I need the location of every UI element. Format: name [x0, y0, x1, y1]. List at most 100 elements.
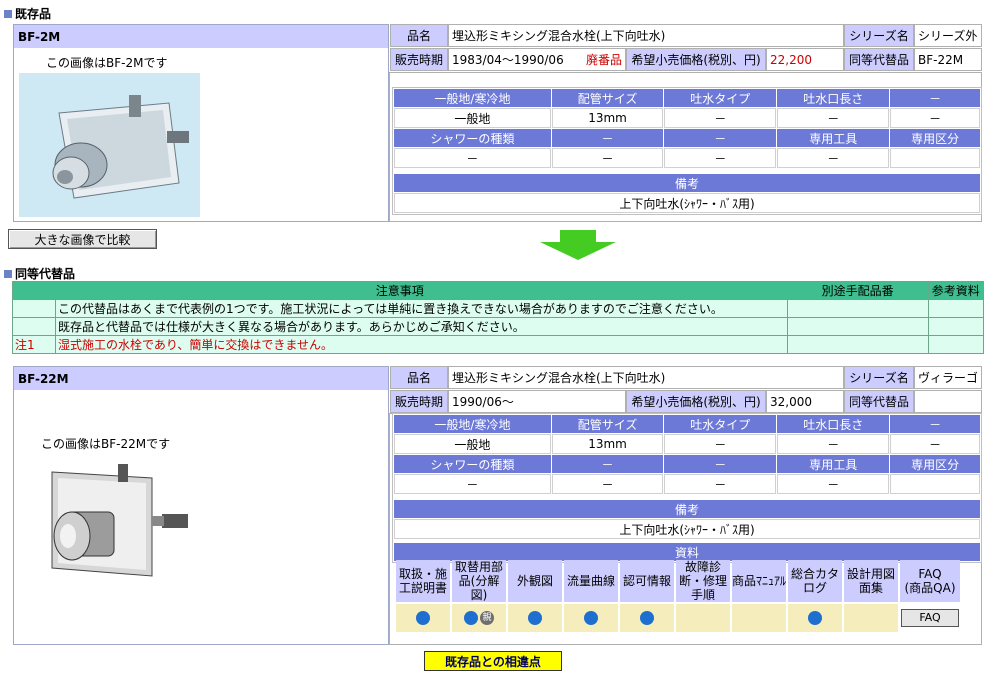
spec-value: －: [551, 474, 664, 494]
spec-value: [890, 148, 980, 168]
note-parts: [786, 317, 929, 336]
note-reference: [927, 317, 985, 336]
doc-cell: [396, 604, 450, 632]
note-mark: [12, 317, 56, 336]
spec-header: 専用区分: [890, 129, 980, 147]
note-mark: [12, 299, 56, 318]
existing-period-label: 販売時期: [390, 48, 448, 71]
replacement-image-panel: BF-22M この画像はBF-22Mです: [13, 366, 389, 645]
spec-value: －: [664, 108, 777, 128]
spec-value: －: [890, 108, 980, 128]
existing-equiv-value: BF-22M: [914, 48, 982, 71]
note-parts: [786, 335, 929, 354]
existing-name-value: 埋込形ミキシング混合水栓(上下向吐水): [448, 24, 844, 47]
document-link-icon[interactable]: [808, 611, 822, 626]
note-text: 既存品と代替品では仕様が大きく異なる場合があります。あらかじめご承知ください。: [55, 317, 788, 336]
doc-cell: [676, 604, 730, 632]
existing-spec-table: 一般地/寒冷地 配管サイズ 吐水タイプ 吐水口長さ － 一般地 13mm － －…: [392, 87, 982, 215]
existing-series-value: シリーズ外: [914, 24, 982, 47]
spec-header: 専用工具: [777, 129, 890, 147]
document-link-icon[interactable]: [464, 611, 478, 626]
spec-header: 一般地/寒冷地: [394, 415, 551, 433]
documents-table: 取扱・施工説明書 取替用部品(分解図) 外観図 流量曲線 認可情報 故障診断・修…: [394, 558, 962, 634]
existing-section-title: 既存品: [4, 5, 51, 22]
reference-header: 参考資料: [927, 281, 985, 300]
replacement-period-label: 販売時期: [390, 390, 448, 413]
replacement-period-value: 1990/06～: [448, 390, 626, 413]
spec-header: 配管サイズ: [551, 89, 664, 107]
doc-label-approval: 認可情報: [620, 560, 674, 602]
doc-cell: [564, 604, 618, 632]
spec-value: 13mm: [551, 434, 664, 454]
doc-cell: [508, 604, 562, 632]
spec-header: －: [890, 89, 980, 107]
spec-header: －: [890, 415, 980, 433]
document-link-icon[interactable]: [640, 611, 654, 626]
spec-value: －: [394, 474, 551, 494]
spec-header: 吐水タイプ: [664, 415, 777, 433]
document-link-icon[interactable]: [528, 611, 542, 626]
doc-cell: [732, 604, 786, 632]
spec-value: －: [664, 434, 777, 454]
doc-cell: [788, 604, 842, 632]
doc-label-repair: 故障診断・修理手順: [676, 560, 730, 602]
document-link-icon[interactable]: [416, 611, 430, 626]
replacement-equiv-label: 同等代替品: [844, 390, 914, 413]
doc-label-appearance: 外観図: [508, 560, 562, 602]
differences-button[interactable]: 既存品との相違点: [424, 651, 562, 671]
compare-large-image-button[interactable]: 大きな画像で比較: [8, 229, 157, 249]
existing-period-value: 1983/04～1990/06 廃番品: [448, 48, 626, 71]
replacement-series-value: ヴィラーゴ: [914, 366, 982, 389]
existing-caption-text: この画像はBF-2Mです: [46, 56, 168, 70]
bullet-square-icon: [4, 9, 12, 18]
note-parts: [786, 299, 929, 318]
spec-value: 一般地: [394, 434, 551, 454]
spec-value: －: [664, 148, 777, 168]
spec-value: －: [777, 108, 890, 128]
existing-caption: この画像はBF-2Mです: [46, 54, 167, 71]
replacement-caption-text: この画像はBF-22Mです: [41, 437, 171, 451]
replacement-price-value: 32,000: [766, 390, 844, 413]
spec-header: 専用区分: [890, 455, 980, 473]
faq-button[interactable]: FAQ: [901, 609, 959, 627]
note-reference: [927, 335, 985, 354]
spec-header: 吐水口長さ: [777, 415, 890, 433]
existing-product-image: [19, 73, 200, 217]
spec-value: －: [890, 434, 980, 454]
note-mark: 注1: [12, 335, 56, 354]
replacement-spec-table: 一般地/寒冷地 配管サイズ 吐水タイプ 吐水口長さ － 一般地 13mm － －…: [392, 413, 982, 563]
doc-label-parts: 取替用部品(分解図): [452, 560, 506, 602]
remarks-header: 備考: [394, 500, 980, 518]
existing-equiv-label: 同等代替品: [844, 48, 914, 71]
existing-price-value: 22,200: [766, 48, 844, 71]
spec-header: 吐水口長さ: [777, 89, 890, 107]
document-link-icon[interactable]: [584, 611, 598, 626]
existing-model-header: BF-2M: [14, 25, 388, 48]
parent-parts-icon[interactable]: 親: [480, 611, 494, 626]
doc-label-catalog: 総合カタログ: [788, 560, 842, 602]
spec-value: －: [664, 474, 777, 494]
replacement-caption: この画像はBF-22Mです: [41, 435, 170, 452]
spec-value: －: [777, 434, 890, 454]
doc-label-manual: 取扱・施工説明書: [396, 560, 450, 602]
replacement-equiv-value: [914, 390, 982, 413]
discontinued-badge: 廃番品: [585, 53, 622, 67]
spec-header: シャワーの種類: [394, 129, 551, 147]
notes-table: 注意事項 別途手配品番 参考資料 この代替品はあくまで代表例の1つです。施工状況…: [12, 281, 985, 354]
replacement-model-header: BF-22M: [14, 367, 388, 390]
spec-header: シャワーの種類: [394, 455, 551, 473]
replacement-product-image: [51, 464, 188, 577]
spec-header: －: [551, 455, 664, 473]
doc-cell: [620, 604, 674, 632]
spec-value: 一般地: [394, 108, 551, 128]
doc-label-product-manual: 商品ﾏﾆｭｱﾙ: [732, 560, 786, 602]
replacement-series-label: シリーズ名: [844, 366, 914, 389]
down-arrow-icon: [540, 230, 616, 260]
spec-header: －: [664, 129, 777, 147]
replacement-name-value: 埋込形ミキシング混合水栓(上下向吐水): [448, 366, 844, 389]
existing-name-label: 品名: [390, 24, 448, 47]
faq-cell: FAQ: [900, 604, 960, 632]
existing-period-text: 1983/04～1990/06: [452, 53, 564, 67]
spec-value: －: [777, 148, 890, 168]
spec-header: 専用工具: [777, 455, 890, 473]
